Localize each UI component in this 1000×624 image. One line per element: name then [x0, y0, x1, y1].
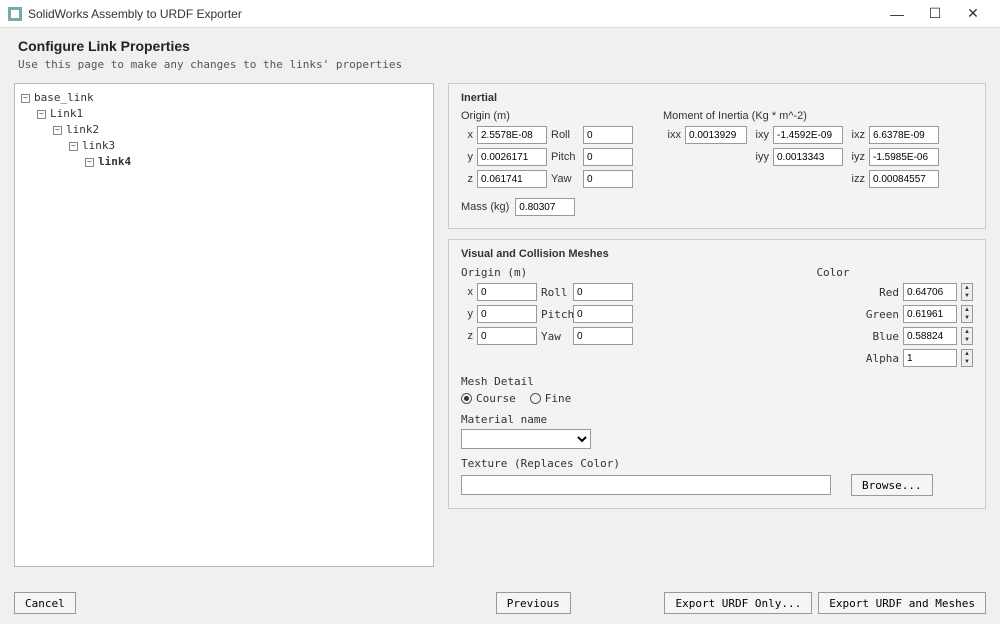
radio-selected-icon [461, 393, 472, 404]
iyz-label: iyz [847, 151, 865, 163]
tree-node-label: base_link [34, 90, 94, 106]
inertial-pitch-input[interactable] [583, 148, 633, 166]
green-label: Green [863, 308, 899, 321]
minus-icon[interactable]: − [85, 158, 94, 167]
blue-input[interactable] [903, 327, 957, 345]
export-urdf-meshes-button[interactable]: Export URDF and Meshes [818, 592, 986, 614]
tree-node-label: link4 [98, 154, 131, 170]
visual-x-label: x [461, 286, 473, 298]
visual-pitch-label: Pitch [541, 308, 569, 321]
footer: Cancel Previous Export URDF Only... Expo… [14, 592, 986, 614]
visual-group: Visual and Collision Meshes Origin (m) x… [448, 239, 986, 509]
tree-node-base_link[interactable]: −base_link [21, 90, 427, 106]
tree-node-label: link2 [66, 122, 99, 138]
minus-icon[interactable]: − [53, 126, 62, 135]
visual-origin-label: Origin (m) [461, 266, 633, 279]
visual-title: Visual and Collision Meshes [461, 248, 973, 260]
radio-unselected-icon [530, 393, 541, 404]
texture-input[interactable] [461, 475, 831, 495]
inertial-roll-label: Roll [551, 129, 579, 141]
ixz-label: ixz [847, 129, 865, 141]
titlebar: SolidWorks Assembly to URDF Exporter — ☐… [0, 0, 1000, 28]
visual-pitch-input[interactable] [573, 305, 633, 323]
izz-label: izz [847, 173, 865, 185]
visual-x-input[interactable] [477, 283, 537, 301]
inertial-y-label: y [461, 151, 473, 163]
inertial-group: Inertial Origin (m) x Roll y Pitch [448, 83, 986, 229]
ixy-input[interactable] [773, 126, 843, 144]
inertial-origin-label: Origin (m) [461, 110, 633, 122]
mass-input[interactable] [515, 198, 575, 216]
minus-icon[interactable]: − [37, 110, 46, 119]
minus-icon[interactable]: − [21, 94, 30, 103]
inertial-roll-input[interactable] [583, 126, 633, 144]
tree-node-link2[interactable]: −link2 [21, 122, 427, 138]
texture-label: Texture (Replaces Color) [461, 457, 973, 470]
mesh-course-radio[interactable]: Course [461, 392, 516, 405]
color-label: Color [693, 266, 973, 279]
visual-z-label: z [461, 330, 473, 342]
tree-node-Link1[interactable]: −Link1 [21, 106, 427, 122]
inertial-y-input[interactable] [477, 148, 547, 166]
inertial-yaw-label: Yaw [551, 173, 579, 185]
close-button[interactable]: ✕ [954, 2, 992, 26]
inertial-pitch-label: Pitch [551, 151, 579, 163]
alpha-label: Alpha [863, 352, 899, 365]
mass-label: Mass (kg) [461, 201, 509, 213]
page-title: Configure Link Properties [18, 38, 982, 54]
visual-roll-input[interactable] [573, 283, 633, 301]
moment-label: Moment of Inertia (Kg * m^-2) [663, 110, 973, 122]
visual-yaw-input[interactable] [573, 327, 633, 345]
export-urdf-button[interactable]: Export URDF Only... [664, 592, 812, 614]
inertial-z-label: z [461, 173, 473, 185]
mesh-detail-label: Mesh Detail [461, 375, 973, 388]
red-input[interactable] [903, 283, 957, 301]
iyz-input[interactable] [869, 148, 939, 166]
blue-spinner[interactable]: ▲▼ [961, 327, 973, 345]
inertial-yaw-input[interactable] [583, 170, 633, 188]
green-input[interactable] [903, 305, 957, 323]
red-spinner[interactable]: ▲▼ [961, 283, 973, 301]
ixx-label: ixx [663, 129, 681, 141]
page-subtitle: Use this page to make any changes to the… [18, 58, 982, 71]
visual-yaw-label: Yaw [541, 330, 569, 343]
blue-label: Blue [863, 330, 899, 343]
page-header: Configure Link Properties Use this page … [0, 28, 1000, 77]
ixz-input[interactable] [869, 126, 939, 144]
previous-button[interactable]: Previous [496, 592, 571, 614]
izz-input[interactable] [869, 170, 939, 188]
inertial-x-input[interactable] [477, 126, 547, 144]
inertial-title: Inertial [461, 92, 973, 104]
tree-node-link4[interactable]: −link4 [21, 154, 427, 170]
browse-button[interactable]: Browse... [851, 474, 933, 496]
alpha-spinner[interactable]: ▲▼ [961, 349, 973, 367]
ixx-input[interactable] [685, 126, 747, 144]
tree-node-label: link3 [82, 138, 115, 154]
visual-y-input[interactable] [477, 305, 537, 323]
minus-icon[interactable]: − [69, 142, 78, 151]
visual-y-label: y [461, 308, 473, 320]
material-label: Material name [461, 413, 973, 426]
visual-z-input[interactable] [477, 327, 537, 345]
cancel-button[interactable]: Cancel [14, 592, 76, 614]
red-label: Red [863, 286, 899, 299]
minimize-button[interactable]: — [878, 2, 916, 26]
maximize-button[interactable]: ☐ [916, 2, 954, 26]
link-tree[interactable]: −base_link−Link1−link2−link3−link4 [14, 83, 434, 567]
tree-node-link3[interactable]: −link3 [21, 138, 427, 154]
ixy-label: ixy [751, 129, 769, 141]
inertial-z-input[interactable] [477, 170, 547, 188]
tree-node-label: Link1 [50, 106, 83, 122]
mesh-fine-radio[interactable]: Fine [530, 392, 572, 405]
inertial-x-label: x [461, 129, 473, 141]
app-icon [8, 7, 22, 21]
window-title: SolidWorks Assembly to URDF Exporter [28, 7, 878, 21]
material-select[interactable] [461, 429, 591, 449]
iyy-input[interactable] [773, 148, 843, 166]
green-spinner[interactable]: ▲▼ [961, 305, 973, 323]
visual-roll-label: Roll [541, 286, 569, 299]
alpha-input[interactable] [903, 349, 957, 367]
iyy-label: iyy [751, 151, 769, 163]
